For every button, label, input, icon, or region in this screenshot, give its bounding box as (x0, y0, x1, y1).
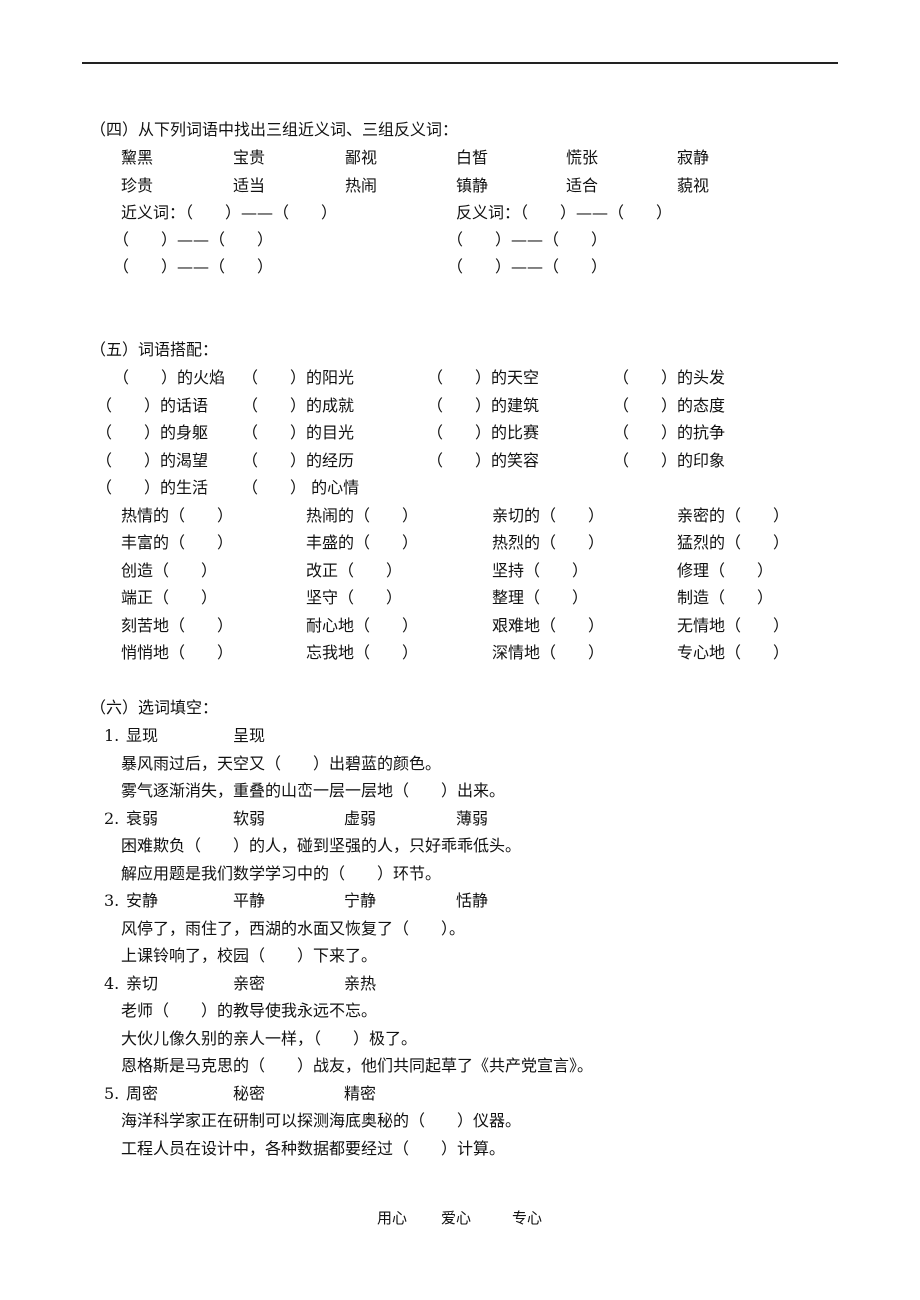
collocation-blank[interactable]: 忘我地（ ） (306, 643, 418, 663)
word: 黧黑 (121, 148, 154, 167)
collocation-blank[interactable]: （ ） 的心情 (242, 478, 359, 498)
collocation-blank[interactable]: （ ）的笑容 (427, 451, 539, 471)
collocation-blank[interactable]: （ ）的阳光 (242, 368, 354, 388)
word: 白皙 (456, 148, 489, 167)
choice-word: 平静 (233, 891, 266, 910)
synonym-blank[interactable]: （ ）——（ ） (113, 257, 273, 277)
footer-motto: 专心 (512, 1209, 543, 1227)
footer-motto: 用心 (377, 1209, 408, 1227)
collocation-blank[interactable]: 坚守（ ） (306, 588, 402, 608)
fill-sentence[interactable]: 老师（ ）的教导使我永远不忘。 (121, 1001, 377, 1021)
collocation-blank[interactable]: 修理（ ） (677, 561, 773, 581)
item-number: 5. (104, 1084, 120, 1103)
fill-sentence[interactable]: 解应用题是我们数学学习中的（ ）环节。 (121, 864, 441, 884)
fill-sentence[interactable]: 上课铃响了，校园（ ）下来了。 (121, 946, 377, 966)
choice-word: 恬静 (456, 891, 489, 910)
collocation-blank[interactable]: 丰盛的（ ） (306, 533, 418, 553)
choice-word: 衰弱 (126, 809, 159, 828)
choice-word: 秘密 (233, 1084, 266, 1103)
collocation-blank[interactable]: 悄悄地（ ） (121, 643, 233, 663)
collocation-blank[interactable]: （ ）的建筑 (427, 396, 539, 416)
antonym-blank[interactable]: 反义词：（ ）——（ ） (456, 203, 672, 223)
collocation-blank[interactable]: 猛烈的（ ） (677, 533, 789, 553)
choice-word: 呈现 (233, 726, 266, 745)
collocation-blank[interactable]: （ ）的成就 (242, 396, 354, 416)
choice-word: 软弱 (233, 809, 266, 828)
section4-heading: （四）从下列词语中找出三组近义词、三组反义词： (90, 120, 459, 139)
word: 宝贵 (233, 148, 266, 167)
collocation-blank[interactable]: 端正（ ） (121, 588, 217, 608)
collocation-blank[interactable]: 深情地（ ） (492, 643, 604, 663)
collocation-blank[interactable]: （ ）的生活 (96, 478, 208, 498)
header-rule (82, 62, 838, 64)
fill-sentence[interactable]: 海洋科学家正在研制可以探测海底奥秘的（ ）仪器。 (121, 1111, 521, 1131)
word: 慌张 (566, 148, 599, 167)
fill-sentence[interactable]: 恩格斯是马克思的（ ）战友，他们共同起草了《共产党宣言》。 (121, 1056, 593, 1076)
fill-sentence[interactable]: 雾气逐渐消失，重叠的山峦一层一层地（ ）出来。 (121, 781, 505, 801)
choice-word: 安静 (126, 891, 159, 910)
collocation-blank[interactable]: （ ）的天空 (427, 368, 539, 388)
collocation-blank[interactable]: 丰富的（ ） (121, 533, 233, 553)
choice-word: 虚弱 (344, 809, 377, 828)
collocation-blank[interactable]: 无情地（ ） (677, 616, 789, 636)
collocation-blank[interactable]: （ ）的话语 (96, 396, 208, 416)
word: 寂静 (677, 148, 710, 167)
collocation-blank[interactable]: （ ）的抗争 (613, 423, 725, 443)
section5-heading: （五）词语搭配： (90, 340, 219, 359)
collocation-blank[interactable]: 创造（ ） (121, 561, 217, 581)
choice-word: 精密 (344, 1084, 377, 1103)
collocation-blank[interactable]: 坚持（ ） (492, 561, 588, 581)
word: 镇静 (456, 176, 489, 195)
collocation-blank[interactable]: 刻苦地（ ） (121, 616, 233, 636)
collocation-blank[interactable]: （ ）的身躯 (96, 423, 208, 443)
word: 藐视 (677, 176, 710, 195)
word: 鄙视 (345, 148, 378, 167)
synonym-blank[interactable]: 近义词：（ ）——（ ） (121, 203, 337, 223)
item-number: 2. (104, 809, 120, 828)
choice-word: 亲密 (233, 974, 266, 993)
collocation-blank[interactable]: 热烈的（ ） (492, 533, 604, 553)
collocation-blank[interactable]: 亲切的（ ） (492, 506, 604, 526)
choice-word: 宁静 (344, 891, 377, 910)
choice-word: 薄弱 (456, 809, 489, 828)
fill-sentence[interactable]: 工程人员在设计中，各种数据都要经过（ ）计算。 (121, 1139, 505, 1159)
fill-sentence[interactable]: 风停了，雨住了，西湖的水面又恢复了（ ）。 (121, 919, 465, 939)
choice-word: 亲热 (344, 974, 377, 993)
item-number: 4. (104, 974, 120, 993)
collocation-blank[interactable]: 艰难地（ ） (492, 616, 604, 636)
collocation-blank[interactable]: 亲密的（ ） (677, 506, 789, 526)
section6-heading: （六）选词填空： (90, 698, 219, 717)
fill-sentence[interactable]: 暴风雨过后，天空又（ ）出碧蓝的颜色。 (121, 754, 441, 774)
collocation-blank[interactable]: （ ）的经历 (242, 451, 354, 471)
antonym-blank[interactable]: （ ）——（ ） (447, 257, 607, 277)
antonym-blank[interactable]: （ ）——（ ） (447, 230, 607, 250)
collocation-blank[interactable]: （ ）的态度 (613, 396, 725, 416)
collocation-blank[interactable]: 专心地（ ） (677, 643, 789, 663)
collocation-blank[interactable]: 制造（ ） (677, 588, 773, 608)
choice-word: 亲切 (126, 974, 159, 993)
fill-sentence[interactable]: 困难欺负（ ）的人，碰到坚强的人，只好乖乖低头。 (121, 836, 521, 856)
choice-word: 显现 (126, 726, 159, 745)
synonym-blank[interactable]: （ ）——（ ） (113, 230, 273, 250)
collocation-blank[interactable]: （ ）的印象 (613, 451, 725, 471)
collocation-blank[interactable]: （ ）的目光 (242, 423, 354, 443)
collocation-blank[interactable]: 耐心地（ ） (306, 616, 418, 636)
fill-sentence[interactable]: 大伙儿像久别的亲人一样，（ ）极了。 (121, 1029, 417, 1049)
choice-word: 周密 (126, 1084, 159, 1103)
word: 珍贵 (121, 176, 154, 195)
item-number: 3. (104, 891, 120, 910)
item-number: 1. (104, 726, 120, 745)
collocation-blank[interactable]: （ ）的火焰 (113, 368, 225, 388)
word: 适合 (566, 176, 599, 195)
collocation-blank[interactable]: （ ）的渴望 (96, 451, 208, 471)
collocation-blank[interactable]: （ ）的比赛 (427, 423, 539, 443)
footer-motto: 爱心 (441, 1209, 472, 1227)
word: 热闹 (345, 176, 378, 195)
collocation-blank[interactable]: （ ）的头发 (613, 368, 725, 388)
collocation-blank[interactable]: 改正（ ） (306, 561, 402, 581)
collocation-blank[interactable]: 热闹的（ ） (306, 506, 418, 526)
collocation-blank[interactable]: 整理（ ） (492, 588, 588, 608)
collocation-blank[interactable]: 热情的（ ） (121, 506, 233, 526)
word: 适当 (233, 176, 266, 195)
